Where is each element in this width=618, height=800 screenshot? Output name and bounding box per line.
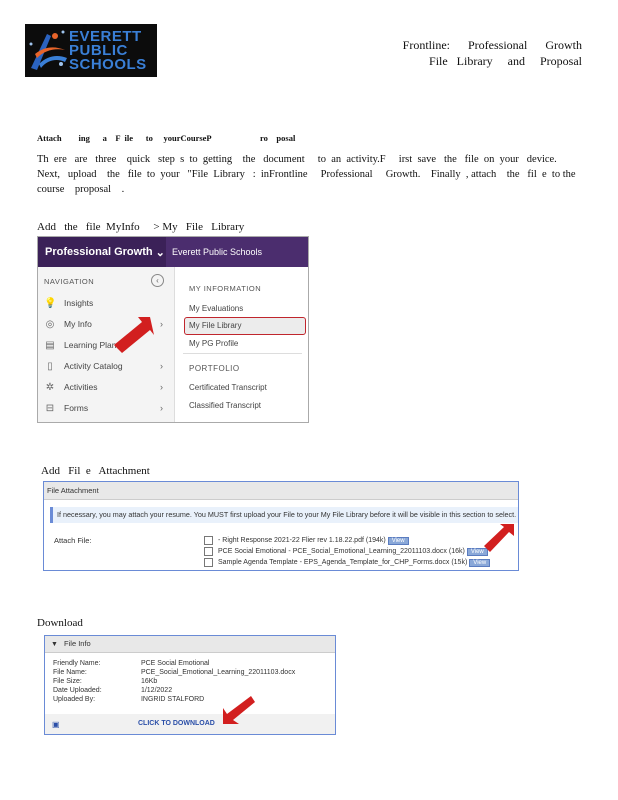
red-arrow-icon	[114, 317, 154, 353]
file-info-title: File Info	[64, 639, 91, 648]
chevron-right-icon: ›	[160, 382, 163, 392]
chevron-right-icon: ›	[160, 403, 163, 413]
nav-top-bar: Professional Growth ⌄ Everett Public Sch…	[38, 237, 308, 267]
click-to-download-link[interactable]: CLICK TO DOWNLOAD	[138, 720, 215, 727]
nav-item-label: My Info	[64, 319, 92, 329]
file-attachment-note: If necessary, you may attach your resume…	[50, 507, 518, 523]
activities-icon: ✲	[45, 381, 55, 393]
file-checkbox[interactable]	[204, 547, 213, 556]
triangle-down-icon: ▼	[51, 641, 58, 648]
app-title: Professional Growth	[45, 246, 153, 258]
nav-header: NAVIGATION	[44, 277, 95, 286]
logo-line3: SCHOOLS	[69, 55, 147, 73]
paragraph-line1: Th ere are three quick step s to getting…	[37, 154, 557, 165]
nav-item-forms[interactable]: ⊟ Forms ›	[44, 400, 169, 416]
file-option-row[interactable]: PCE Social Emotional - PCE_Social_Emotio…	[204, 547, 488, 556]
file-info-row: Friendly Name: PCE Social Emotional	[53, 660, 209, 667]
file-info-footer: ▣ CLICK TO DOWNLOAD	[45, 714, 335, 734]
file-info-key: File Size:	[53, 678, 82, 685]
file-option-row[interactable]: Sample Agenda Template - EPS_Agenda_Temp…	[204, 558, 491, 567]
paragraph-line3: course proposal .	[37, 184, 125, 195]
link-certificated-transcript[interactable]: Certificated Transcript	[189, 383, 267, 392]
section-label-add-file: Add the file MyInfo > My File Library	[37, 221, 245, 233]
file-option-label: PCE Social Emotional - PCE_Social_Emotio…	[218, 548, 465, 555]
file-info-screenshot: ▼ File Info Friendly Name: PCE Social Em…	[44, 635, 336, 735]
nav-item-activities[interactable]: ✲ Activities ›	[44, 379, 169, 395]
file-attachment-screenshot: File Attachment If necessary, you may at…	[43, 481, 519, 571]
file-info-value: PCE Social Emotional	[140, 660, 210, 667]
chevron-down-icon: ⌄	[155, 246, 165, 259]
red-arrow-icon	[484, 524, 514, 552]
link-my-pg-profile[interactable]: My PG Profile	[189, 339, 238, 348]
file-info-value: 1/12/2022	[140, 687, 173, 694]
collapse-nav-icon[interactable]: ‹	[151, 274, 164, 287]
divider	[183, 353, 302, 354]
file-info-key: File Name:	[53, 669, 87, 676]
nav-item-label: Insights	[64, 298, 94, 308]
red-arrow-icon	[223, 696, 255, 724]
logo-mark-icon	[25, 24, 69, 77]
view-button[interactable]: View	[469, 558, 491, 567]
book-icon: ▤	[45, 339, 55, 351]
forms-icon: ⊟	[45, 402, 55, 414]
file-info-row: Uploaded By: INGRID STALFORD	[53, 696, 204, 703]
file-attachment-title: File Attachment	[44, 482, 518, 500]
user-circle-icon: ◎	[45, 318, 55, 330]
page-title: Attach ing a F ile to yourCourseP ro pos…	[37, 133, 296, 143]
file-info-value: INGRID STALFORD	[140, 696, 205, 703]
link-my-evaluations[interactable]: My Evaluations	[189, 304, 243, 313]
file-info-key: Date Uploaded:	[53, 687, 102, 694]
nav-right-panel: MY INFORMATION My Evaluations My File Li…	[175, 267, 308, 422]
file-info-key: Uploaded By:	[53, 696, 96, 703]
header-line1: Frontline: Professional Growth	[402, 38, 582, 52]
org-name: Everett Public Schools	[172, 247, 263, 257]
navigation-screenshot: Professional Growth ⌄ Everett Public Sch…	[37, 236, 309, 423]
portfolio-header: PORTFOLIO	[189, 364, 240, 373]
file-checkbox[interactable]	[204, 558, 213, 567]
file-option-row[interactable]: - Right Response 2021-22 Flier rev 1.18.…	[204, 536, 409, 545]
chevron-right-icon: ›	[160, 361, 163, 371]
paragraph-line2: Next, upload the file to your "File Libr…	[37, 169, 576, 180]
nav-item-label: Activities	[64, 382, 98, 392]
nav-left-panel: NAVIGATION ‹ 💡 Insights ◎ My Info › ▤ Le…	[38, 267, 175, 422]
file-option-label: Sample Agenda Template - EPS_Agenda_Temp…	[218, 559, 468, 566]
file-info-key: Friendly Name:	[53, 660, 101, 667]
attach-file-label: Attach File:	[54, 536, 92, 545]
file-info-value: PCE_Social_Emotional_Learning_22011103.d…	[140, 669, 296, 676]
everett-public-schools-logo: EVERETT PUBLIC SCHOOLS	[25, 24, 157, 77]
lightbulb-icon: 💡	[44, 297, 57, 309]
file-info-row: File Name: PCE_Social_Emotional_Learning…	[53, 669, 295, 676]
file-info-title-bar: ▼ File Info	[45, 636, 335, 653]
nav-item-label: Activity Catalog	[64, 361, 123, 371]
section-label-download: Download	[37, 617, 83, 629]
nav-item-label: Learning Plan	[64, 340, 117, 350]
file-info-value: 16Kb	[140, 678, 158, 685]
section-label-file-attachment: Add Fil e Attachment	[41, 465, 150, 477]
word-doc-icon: ▣	[52, 720, 60, 729]
nav-item-label: Forms	[64, 403, 89, 413]
app-title-dropdown[interactable]: Professional Growth ⌄	[38, 237, 166, 267]
link-classified-transcript[interactable]: Classified Transcript	[189, 401, 261, 410]
view-button[interactable]: View	[387, 536, 409, 545]
link-my-file-library[interactable]: My File Library	[189, 321, 241, 330]
chevron-right-icon: ›	[160, 319, 163, 329]
catalog-icon: ▯	[47, 360, 53, 372]
file-info-row: File Size: 16Kb	[53, 678, 157, 685]
my-information-header: MY INFORMATION	[189, 284, 262, 293]
file-info-row: Date Uploaded: 1/12/2022	[53, 687, 172, 694]
file-checkbox[interactable]	[204, 536, 213, 545]
nav-item-activity-catalog[interactable]: ▯ Activity Catalog ›	[44, 358, 169, 374]
file-option-label: - Right Response 2021-22 Flier rev 1.18.…	[218, 537, 386, 544]
header-line2: File Library and Proposal	[429, 54, 582, 68]
